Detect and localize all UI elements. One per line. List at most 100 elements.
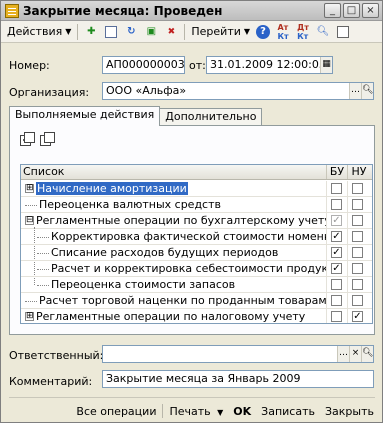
- bu-checkbox[interactable]: ✓: [331, 215, 342, 226]
- row-label: Регламентные операции по бухгалтерскому …: [36, 214, 327, 227]
- bu-checkbox[interactable]: [331, 199, 342, 210]
- bu-checkbox[interactable]: ✓: [331, 247, 342, 258]
- check-all-icon[interactable]: [20, 132, 35, 146]
- tab-strip: Выполняемые действия Дополнительно: [9, 106, 263, 126]
- number-label: Номер:: [9, 59, 50, 72]
- grid-toolbar: [20, 132, 55, 146]
- clear-icon[interactable]: ×: [349, 346, 361, 362]
- close-window-button[interactable]: ×: [362, 3, 379, 18]
- search-icon[interactable]: 🔍︎: [361, 83, 373, 99]
- calendar-icon[interactable]: ▦: [320, 57, 332, 73]
- list-icon[interactable]: [335, 24, 351, 40]
- bu-checkbox[interactable]: ✓: [331, 263, 342, 274]
- goto-label: Перейти: [191, 25, 241, 38]
- organization-field[interactable]: ООО «Альфа» … 🔍︎: [102, 82, 374, 100]
- nu-checkbox[interactable]: [352, 263, 363, 274]
- bu-checkbox[interactable]: [331, 311, 342, 322]
- row-label: Корректировка фактической стоимости номе…: [51, 230, 327, 243]
- dt-kt-icon-2[interactable]: Дт Кт: [295, 23, 311, 41]
- number-field[interactable]: АП000000003: [102, 56, 185, 74]
- nu-checkbox[interactable]: ✓: [352, 311, 363, 322]
- nu-checkbox[interactable]: [352, 199, 363, 210]
- table-row[interactable]: Корректировка фактической стоимости номе…: [21, 229, 372, 245]
- collapse-icon[interactable]: ⊟: [25, 215, 34, 225]
- table-row[interactable]: Списание расходов будущих периодов ✓: [21, 245, 372, 261]
- maximize-button[interactable]: □: [343, 3, 360, 18]
- nu-checkbox[interactable]: [352, 295, 363, 306]
- expand-icon[interactable]: ⊞: [25, 311, 34, 321]
- bu-checkbox[interactable]: ✓: [331, 231, 342, 242]
- post-icon[interactable]: ▣: [143, 24, 159, 40]
- table-row[interactable]: Переоценка валютных средств: [21, 197, 372, 213]
- button-separator: [162, 404, 164, 418]
- tree-connector: [37, 252, 49, 254]
- date-field[interactable]: 31.01.2009 12:00:05 ▦: [206, 56, 333, 74]
- expand-icon[interactable]: ⊞: [25, 183, 34, 193]
- help-icon[interactable]: ?: [255, 24, 271, 40]
- table-row[interactable]: ⊞ Начисление амортизации: [21, 181, 372, 197]
- row-label: Расчет и корректировка себестоимости про…: [51, 262, 327, 275]
- minimize-button[interactable]: _: [324, 3, 341, 18]
- ok-button[interactable]: OK: [229, 403, 255, 420]
- grid-header: Список БУ НУ: [21, 165, 372, 180]
- toolbar: Действия ▼ ✚ ↻ ▣ ✖ Перейти ▼ ? Ат Кт Дт Кт…: [1, 21, 382, 43]
- dt-kt-icon[interactable]: Ат Кт: [275, 23, 291, 41]
- table-row[interactable]: ⊞ Регламентные операции по налоговому уче…: [21, 309, 372, 323]
- tab-panel: Список БУ НУ ⊞Начисление амортизации Пер…: [9, 125, 375, 335]
- refresh-icon[interactable]: ↻: [123, 24, 139, 40]
- nu-checkbox[interactable]: [352, 215, 363, 226]
- row-label: Переоценка валютных средств: [39, 198, 221, 211]
- toolbar-separator: [77, 23, 79, 40]
- chevron-down-icon: ▼: [65, 27, 72, 36]
- select-button[interactable]: …: [337, 346, 349, 362]
- tab-additional[interactable]: Дополнительно: [159, 108, 263, 126]
- title-bar[interactable]: Закрытие месяца: Проведен _ □ ×: [1, 1, 382, 21]
- all-operations-button[interactable]: Все операции: [72, 403, 160, 420]
- nu-checkbox[interactable]: [352, 231, 363, 242]
- bu-checkbox[interactable]: [331, 279, 342, 290]
- operations-grid[interactable]: Список БУ НУ ⊞ Начисление амортизации Пер…: [20, 164, 373, 324]
- nu-checkbox[interactable]: [352, 183, 363, 194]
- responsible-field[interactable]: … × 🔍︎: [102, 345, 374, 363]
- nu-checkbox[interactable]: [352, 247, 363, 258]
- window-title: Закрытие месяца: Проведен: [23, 3, 223, 18]
- bu-checkbox[interactable]: [331, 183, 342, 194]
- table-row[interactable]: Расчет торговой наценки по проданным тов…: [21, 293, 372, 309]
- table-row[interactable]: Расчет и корректировка себестоимости про…: [21, 261, 372, 277]
- row-label: Расчет торговой наценки по проданным тов…: [39, 294, 327, 307]
- bu-checkbox[interactable]: [331, 295, 342, 306]
- organization-value: ООО «Альфа»: [106, 84, 187, 97]
- divider: [9, 397, 375, 398]
- close-button[interactable]: Закрыть: [321, 403, 378, 420]
- print-label: Печать: [169, 404, 211, 418]
- actions-menu[interactable]: Действия ▼: [4, 23, 74, 41]
- table-row[interactable]: Переоценка стоимости запасов: [21, 277, 372, 293]
- print-button[interactable]: Печать ▼: [165, 403, 227, 420]
- uncheck-all-icon[interactable]: [40, 132, 55, 146]
- date-value: 31.01.2009 12:00:05: [210, 58, 326, 71]
- search-icon[interactable]: 🔍︎: [361, 346, 373, 362]
- save-button[interactable]: Записать: [257, 403, 319, 420]
- column-header-list[interactable]: Список: [21, 165, 327, 179]
- responsible-label: Ответственный:: [9, 349, 104, 362]
- nu-checkbox[interactable]: [352, 279, 363, 290]
- search-icon[interactable]: 🔍︎: [315, 24, 331, 40]
- add-icon[interactable]: ✚: [83, 24, 99, 40]
- goto-menu[interactable]: Перейти ▼: [188, 23, 253, 41]
- date-label: от:: [189, 59, 206, 72]
- column-header-bu[interactable]: БУ: [327, 165, 348, 179]
- tree-connector: [37, 268, 49, 270]
- document-window: Закрытие месяца: Проведен _ □ × Действия…: [0, 0, 383, 423]
- actions-label: Действия: [7, 25, 63, 38]
- tree-connector: [37, 236, 49, 238]
- column-header-nu[interactable]: НУ: [348, 165, 370, 179]
- comment-label: Комментарий:: [9, 375, 93, 388]
- copy-icon[interactable]: [103, 24, 119, 40]
- table-row[interactable]: ⊟ Регламентные операции по бухгалтерскому…: [21, 213, 372, 229]
- row-label: Списание расходов будущих периодов: [51, 246, 279, 259]
- chevron-down-icon: ▼: [217, 407, 224, 417]
- tab-actions[interactable]: Выполняемые действия: [9, 106, 161, 126]
- select-button[interactable]: …: [349, 83, 361, 99]
- unpost-icon[interactable]: ✖: [163, 24, 179, 40]
- comment-field[interactable]: Закрытие месяца за Январь 2009: [102, 370, 374, 388]
